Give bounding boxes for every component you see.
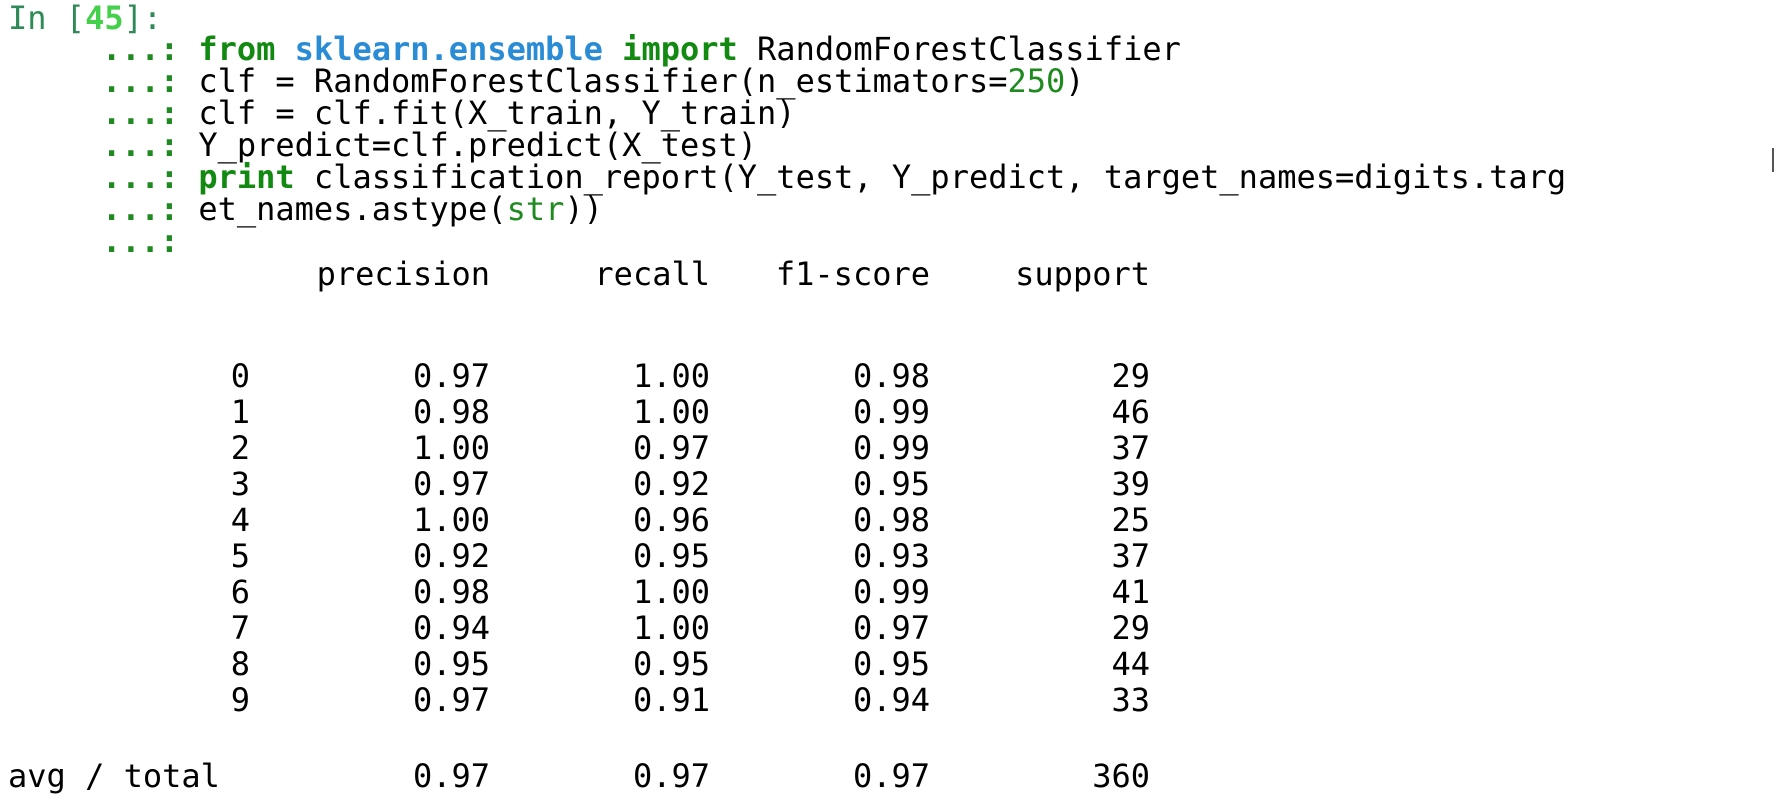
f1-score-value: 0.99 [852, 393, 930, 431]
row-label: 4 [230, 501, 250, 539]
support-value: 46 [1111, 393, 1150, 431]
recall-value: 0.95 [632, 537, 710, 575]
support-value: 29 [1111, 609, 1150, 647]
code-text: et_names.astype( [198, 190, 507, 228]
support-value: 44 [1111, 645, 1150, 683]
support-value: 37 [1111, 429, 1150, 467]
number-literal: 250 [1007, 62, 1066, 100]
precision-value: 0.97 [412, 757, 490, 795]
builtin-name: str [506, 190, 565, 228]
recall-value: 1.00 [632, 609, 710, 647]
ipython-terminal[interactable]: In [45]: ...: from sklearn.ensemble impo… [0, 0, 1780, 804]
precision-value: 0.97 [412, 357, 490, 395]
precision-value: 0.94 [412, 609, 490, 647]
code-text: ) [1065, 62, 1085, 100]
recall-value: 1.00 [632, 393, 710, 431]
support-value: 33 [1111, 681, 1150, 719]
recall-value: 0.97 [632, 429, 710, 467]
f1-score-value: 0.93 [852, 537, 930, 575]
recall-value: 1.00 [632, 357, 710, 395]
f1-score-value: 0.95 [852, 465, 930, 503]
precision-value: 0.95 [412, 645, 490, 683]
recall-value: 0.92 [632, 465, 710, 503]
recall-value: 0.91 [632, 681, 710, 719]
row-label: 7 [230, 609, 250, 647]
support-value: 39 [1111, 465, 1150, 503]
code-text: )) [564, 190, 603, 228]
row-label: 5 [230, 537, 250, 575]
continuation-prompt: ...: [102, 222, 180, 260]
f1-score-value: 0.98 [852, 357, 930, 395]
f1-score-value: 0.94 [852, 681, 930, 719]
recall-value: 0.96 [632, 501, 710, 539]
header-recall: recall [594, 255, 710, 293]
overflow-marker [1772, 148, 1774, 172]
f1-score-value: 0.95 [852, 645, 930, 683]
f1-score-value: 0.98 [852, 501, 930, 539]
row-label: 6 [230, 573, 250, 611]
f1-score-value: 0.99 [852, 573, 930, 611]
row-label: 1 [230, 393, 250, 431]
precision-value: 0.92 [412, 537, 490, 575]
support-value: 29 [1111, 357, 1150, 395]
f1-score-value: 0.97 [852, 757, 930, 795]
header-f1-score: f1-score [775, 255, 930, 293]
precision-value: 0.98 [412, 393, 490, 431]
support-value: 37 [1111, 537, 1150, 575]
f1-score-value: 0.99 [852, 429, 930, 467]
precision-value: 1.00 [412, 429, 490, 467]
row-label: 3 [230, 465, 250, 503]
row-label: 9 [230, 681, 250, 719]
header-precision: precision [316, 255, 490, 293]
row-label: 0 [230, 357, 250, 395]
code-line-7[interactable]: ...: [8, 223, 179, 259]
support-value: 41 [1111, 573, 1150, 611]
row-label: 8 [230, 645, 250, 683]
precision-value: 0.98 [412, 573, 490, 611]
code-line-6[interactable]: ...: et_names.astype(str)) [8, 191, 603, 227]
recall-value: 0.97 [632, 757, 710, 795]
total-label: avg / total [8, 757, 220, 795]
header-support: support [1015, 255, 1150, 293]
precision-value: 0.97 [412, 465, 490, 503]
f1-score-value: 0.97 [852, 609, 930, 647]
precision-value: 0.97 [412, 681, 490, 719]
recall-value: 0.95 [632, 645, 710, 683]
support-value: 25 [1111, 501, 1150, 539]
recall-value: 1.00 [632, 573, 710, 611]
precision-value: 1.00 [412, 501, 490, 539]
row-label: 2 [230, 429, 250, 467]
support-value: 360 [1092, 757, 1150, 795]
